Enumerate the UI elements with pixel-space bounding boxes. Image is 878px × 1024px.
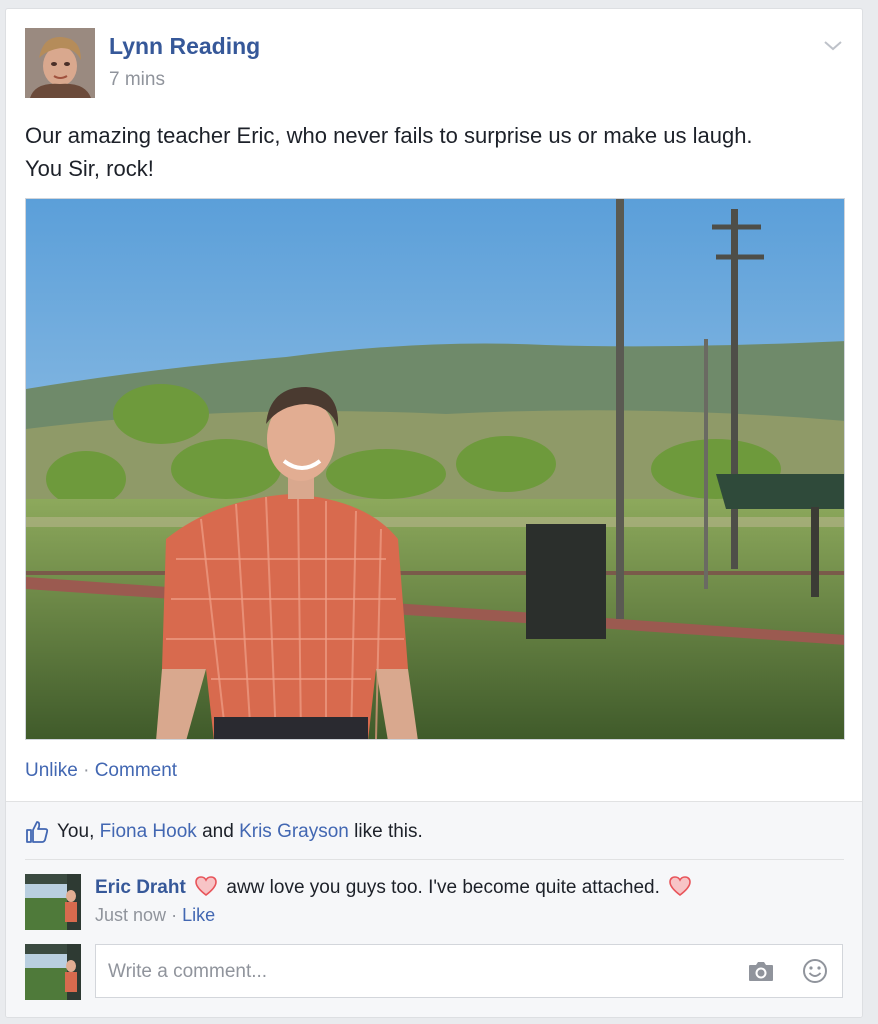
camera-icon[interactable] [747, 959, 775, 983]
post-author-name[interactable]: Lynn Reading [109, 33, 260, 60]
comment-meta-separator: · [171, 905, 178, 925]
comment-meta: Just now · Like [95, 905, 215, 926]
likes-prefix: You, [57, 821, 100, 842]
post-card: Lynn Reading 7 mins Our amazing teacher … [5, 8, 863, 1018]
post-photo[interactable] [25, 198, 845, 740]
comment-input[interactable] [106, 957, 730, 987]
heart-icon [669, 876, 691, 897]
likes-connector: and [196, 821, 240, 842]
heart-icon [195, 876, 217, 897]
likes-text: You, Fiona Hook and Kris Grayson like th… [57, 821, 423, 843]
commenter-avatar[interactable] [25, 874, 81, 930]
divider [25, 859, 844, 860]
feedback-section: You, Fiona Hook and Kris Grayson like th… [6, 801, 862, 1017]
comment-text: aww love you guys too. I've become quite… [226, 877, 660, 898]
chevron-down-icon[interactable] [821, 34, 845, 58]
author-avatar[interactable] [25, 28, 95, 98]
comment-composer [25, 944, 844, 1000]
comment-input-box [95, 944, 843, 998]
comment-item: Eric Draht aww love you guys too. I've b… [25, 874, 844, 934]
post-actions: Unlike · Comment [25, 760, 177, 782]
actions-separator: · [83, 760, 90, 781]
viewer-avatar [25, 944, 81, 1000]
post-message: Our amazing teacher Eric, who never fail… [25, 123, 753, 181]
unlike-link[interactable]: Unlike [25, 760, 78, 781]
post-header: Lynn Reading 7 mins [25, 28, 845, 100]
comment-like-link[interactable]: Like [182, 905, 215, 925]
liker-kris-grayson[interactable]: Kris Grayson [239, 821, 349, 842]
comment-author[interactable]: Eric Draht [95, 877, 186, 898]
smiley-icon[interactable] [802, 958, 828, 984]
comment-link[interactable]: Comment [95, 760, 177, 781]
likes-suffix: like this. [348, 821, 423, 842]
post-timestamp[interactable]: 7 mins [109, 69, 165, 91]
comment-body: Eric Draht aww love you guys too. I've b… [95, 875, 695, 899]
liker-fiona-hook[interactable]: Fiona Hook [100, 821, 197, 842]
comment-timestamp[interactable]: Just now [95, 905, 166, 925]
thumbs-up-icon[interactable] [25, 820, 49, 844]
